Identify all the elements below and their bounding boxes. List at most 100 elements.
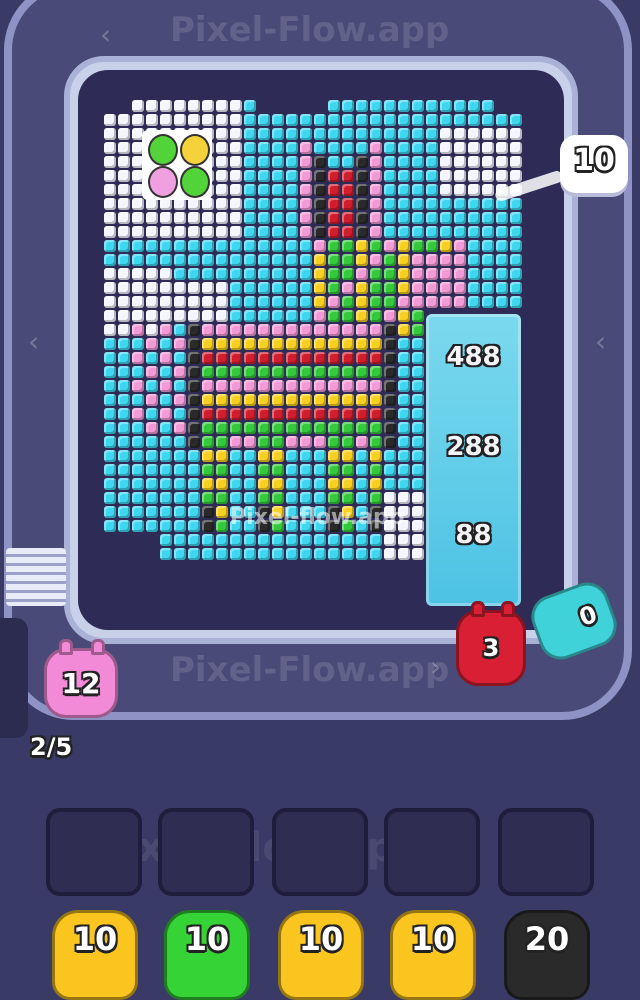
pixel-block [482, 240, 494, 252]
pixel-block [412, 226, 424, 238]
pixel-block [230, 142, 242, 154]
pixel-block [496, 170, 508, 182]
pixel-block [188, 492, 200, 504]
pixel-block [202, 338, 214, 350]
pixel-block [188, 422, 200, 434]
pixel-block [482, 100, 494, 112]
pixel-block [216, 450, 228, 462]
pixel-block [314, 170, 326, 182]
pixel-block [188, 324, 200, 336]
waiting-slot[interactable] [46, 808, 142, 896]
pixel-block [300, 394, 312, 406]
pixel-block [104, 142, 116, 154]
pixel-block [230, 464, 242, 476]
pixel-block [398, 184, 410, 196]
pixel-block [412, 464, 424, 476]
pixel-block [510, 268, 522, 280]
pixel-block [216, 534, 228, 546]
pixel-block [286, 310, 298, 322]
pig-ammo-count: 10 [298, 920, 344, 958]
egg-icon [180, 166, 210, 198]
pixel-block [454, 198, 466, 210]
pixel-block [104, 464, 116, 476]
pixel-block [258, 156, 270, 168]
waiting-slot[interactable] [498, 808, 594, 896]
pixel-block [132, 422, 144, 434]
pixel-block [132, 450, 144, 462]
pixel-block [398, 338, 410, 350]
waiting-slot[interactable] [158, 808, 254, 896]
pixel-block [468, 142, 480, 154]
pixel-block [398, 450, 410, 462]
pixel-block [412, 380, 424, 392]
queue-pig[interactable]: 10 [278, 900, 364, 1000]
pixel-block [286, 436, 298, 448]
pixel-block [118, 324, 130, 336]
pixel-block [202, 534, 214, 546]
pixel-block [398, 100, 410, 112]
pixel-block [104, 310, 116, 322]
pixel-block [356, 142, 368, 154]
pixel-block [314, 548, 326, 560]
pixel-block [216, 254, 228, 266]
pixel-block [328, 254, 340, 266]
pixel-block [384, 352, 396, 364]
pixel-block [356, 492, 368, 504]
pixel-block [174, 254, 186, 266]
pixel-block [454, 254, 466, 266]
pixel-block [342, 366, 354, 378]
pixel-block [384, 338, 396, 350]
pixel-block [314, 394, 326, 406]
pixel-block [314, 464, 326, 476]
pixel-block [496, 156, 508, 168]
pixel-block [188, 212, 200, 224]
pixel-block [272, 142, 284, 154]
pixel-block [328, 478, 340, 490]
pixel-block [510, 198, 522, 210]
pixel-block [300, 324, 312, 336]
pixel-block [118, 408, 130, 420]
pixel-block [118, 422, 130, 434]
pixel-block [300, 212, 312, 224]
red-shooter-pig[interactable]: 3 [456, 601, 526, 686]
waiting-slot[interactable] [384, 808, 480, 896]
pixel-block [328, 226, 340, 238]
pixel-block [300, 156, 312, 168]
queue-pig[interactable]: 10 [390, 900, 476, 1000]
pixel-block [202, 212, 214, 224]
pixel-block [300, 240, 312, 252]
pixel-block [202, 380, 214, 392]
pixel-block [300, 464, 312, 476]
queue-pig[interactable]: 10 [52, 900, 138, 1000]
pixel-block [230, 170, 242, 182]
queue-pig[interactable]: 20 [504, 900, 590, 1000]
pixel-block [160, 254, 172, 266]
waiting-slot[interactable] [272, 808, 368, 896]
pixel-block [118, 156, 130, 168]
pixel-block [258, 254, 270, 266]
queue-pig[interactable]: 10 [164, 900, 250, 1000]
pixel-block [160, 310, 172, 322]
pixel-block [118, 394, 130, 406]
pixel-block [188, 506, 200, 518]
pixel-block [202, 408, 214, 420]
pixel-block [496, 268, 508, 280]
pixel-block [314, 422, 326, 434]
pixel-block [440, 100, 452, 112]
pixel-block [482, 184, 494, 196]
pixel-block [174, 464, 186, 476]
pixel-block [482, 254, 494, 266]
active-shooter-pig[interactable]: 12 [44, 639, 118, 718]
pixel-block [118, 520, 130, 532]
pixel-block [356, 436, 368, 448]
pixel-block [356, 198, 368, 210]
pixel-block [426, 198, 438, 210]
pixel-block [216, 142, 228, 154]
pixel-block [230, 380, 242, 392]
pixel-block [342, 128, 354, 140]
pixel-block [160, 534, 172, 546]
pixel-block [258, 310, 270, 322]
pixel-block [146, 464, 158, 476]
pixel-block [174, 520, 186, 532]
pixel-block [202, 352, 214, 364]
